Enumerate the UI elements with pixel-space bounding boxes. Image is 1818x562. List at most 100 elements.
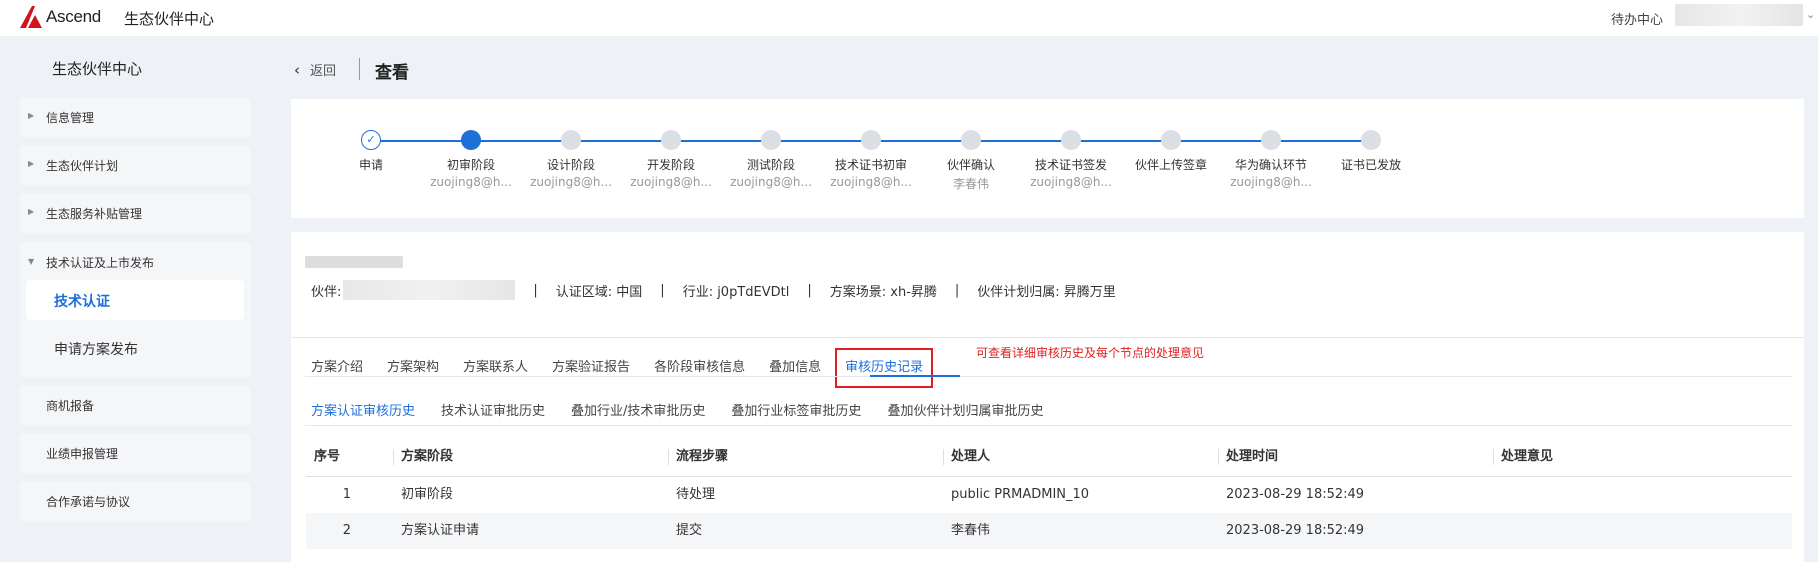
caret-right-icon: ▶ — [28, 207, 35, 216]
sidebar-item-info-management[interactable]: ▶ 信息管理 — [20, 97, 251, 137]
tab-solution-intro[interactable]: 方案介绍 — [311, 348, 363, 388]
subtab-industry-tag-history[interactable]: 叠加行业标签审批历史 — [731, 398, 861, 428]
table-cell — [1493, 477, 1792, 513]
tab-verification-report[interactable]: 方案验证报告 — [552, 348, 630, 388]
detail-card: 伙伴: | 认证区域: 中国 | 行业: j0pTdEVDtl | 方案场景: … — [291, 232, 1804, 562]
sidebar-item-label: 业绩申报管理 — [46, 447, 119, 461]
subtab-tech-cert-history[interactable]: 技术认证审批历史 — [441, 398, 545, 428]
sidebar-item-label: 信息管理 — [46, 111, 95, 125]
step-name: 技术证书初审 — [834, 158, 907, 172]
sidebar-item-opportunity[interactable]: 商机报备 — [20, 385, 251, 425]
sidebar-title: 生态伙伴中心 — [52, 60, 143, 78]
table-cell: 李春伟 — [951, 523, 991, 538]
subtab-partner-plan-history[interactable]: 叠加伙伴计划归属审批历史 — [887, 398, 1043, 428]
step-dot — [1261, 130, 1281, 150]
stepper-step[interactable]: 初审阶段 zuojing8@h... — [416, 130, 526, 189]
check-icon: ✓ — [361, 130, 381, 150]
logo-text: Ascend — [46, 7, 101, 26]
tab-stage-review-info[interactable]: 各阶段审核信息 — [654, 348, 745, 388]
step-dot — [761, 130, 781, 150]
solution-name-redacted — [305, 256, 403, 268]
step-dot — [661, 130, 681, 150]
tab-overlay-info[interactable]: 叠加信息 — [769, 348, 821, 388]
step-name: 伙伴上传签章 — [1134, 158, 1207, 172]
step-dot — [561, 130, 581, 150]
user-account-redacted[interactable] — [1675, 4, 1803, 26]
partner-name-redacted — [343, 280, 516, 300]
step-dot — [1161, 130, 1181, 150]
stepper-step[interactable]: 技术证书签发 zuojing8@h... — [1016, 130, 1126, 189]
sidebar-item-agreements[interactable]: 合作承诺与协议 — [20, 481, 251, 521]
industry-text: 行业: j0pTdEVDtl — [682, 284, 790, 300]
stepper-step[interactable]: 伙伴确认 李春伟 — [916, 130, 1026, 192]
ascend-logo-icon — [20, 6, 42, 28]
separator: | — [954, 282, 960, 298]
table-cell: public PRMADMIN_10 — [951, 487, 1090, 502]
step-name: 证书已发放 — [1340, 158, 1401, 172]
step-assignee: zuojing8@h... — [730, 175, 812, 189]
todo-center-link[interactable]: 待办中心 — [1611, 9, 1663, 28]
back-label: 返回 — [310, 64, 337, 79]
caret-down-icon[interactable]: ▼ — [28, 257, 34, 266]
stepper-step[interactable]: 证书已发放 — [1316, 130, 1426, 173]
stepper-step[interactable]: 技术证书初审 zuojing8@h... — [816, 130, 926, 189]
plan-text: 伙伴计划归属: 昇腾万里 — [977, 284, 1116, 300]
table-cell: 提交 — [676, 523, 703, 538]
step-name: 设计阶段 — [546, 158, 595, 172]
separator: | — [660, 282, 665, 298]
table-cell: 2023-08-29 18:52:49 — [1226, 523, 1365, 538]
step-assignee: zuojing8@h... — [530, 175, 612, 189]
table-cell: 1 — [342, 487, 351, 502]
table-cell: 方案认证申请 — [401, 523, 480, 538]
tab-review-history[interactable]: 审核历史记录 — [835, 348, 934, 388]
stepper-step[interactable]: ✓ 申请 — [316, 130, 426, 173]
stepper-step[interactable]: 测试阶段 zuojing8@h... — [716, 130, 826, 189]
stepper-step[interactable]: 设计阶段 zuojing8@h... — [516, 130, 626, 189]
table-cell: 待处理 — [676, 487, 716, 502]
step-assignee: zuojing8@h... — [430, 175, 512, 189]
step-dot — [961, 130, 981, 150]
step-name: 开发阶段 — [646, 158, 695, 172]
table-cell — [1493, 513, 1792, 549]
sidebar-item-label: 商机报备 — [46, 399, 95, 413]
separator: | — [807, 282, 812, 298]
sidebar-subitem-solution-release[interactable]: 申请方案发布 — [54, 339, 138, 359]
review-history-table: 序号 方案阶段 流程步骤 处理人 处理时间 处理意见 1 初审阶段 待处理 pu… — [306, 437, 1792, 549]
ascend-logo[interactable]: Ascend — [18, 4, 101, 30]
step-name: 技术证书签发 — [1034, 158, 1107, 172]
subtab-industry-tech-history[interactable]: 叠加行业/技术审批历史 — [571, 398, 705, 428]
solution-info-row: 伙伴: | 认证区域: 中国 | 行业: j0pTdEVDtl | 方案场景: … — [311, 280, 1116, 300]
step-assignee: zuojing8@h... — [1230, 175, 1312, 189]
sidebar-item-partner-plan[interactable]: ▶ 生态伙伴计划 — [20, 145, 251, 185]
tab-solution-contacts[interactable]: 方案联系人 — [463, 348, 528, 388]
step-assignee: zuojing8@h... — [630, 175, 712, 189]
scene-text: 方案场景: xh-昇腾 — [829, 284, 937, 300]
subtab-solution-cert-history[interactable]: 方案认证审核历史 — [311, 398, 415, 428]
sidebar-item-label[interactable]: 技术认证及上市发布 — [46, 254, 154, 271]
sidebar-item-performance[interactable]: 业绩申报管理 — [20, 433, 251, 473]
chevron-down-icon[interactable]: ⌄ — [1806, 8, 1815, 21]
chevron-left-icon: ‹ — [294, 60, 300, 79]
table-cell: 2023-08-29 18:52:49 — [1226, 487, 1365, 502]
table-row: 1 初审阶段 待处理 public PRMADMIN_10 2023-08-29… — [306, 477, 1792, 513]
region-text: 认证区域: 中国 — [555, 284, 643, 300]
stepper-step[interactable]: 开发阶段 zuojing8@h... — [616, 130, 726, 189]
step-name: 初审阶段 — [446, 158, 495, 172]
stepper-step[interactable]: 伙伴上传签章 — [1116, 130, 1226, 173]
partner-label: 伙伴: — [311, 284, 342, 300]
stepper-step[interactable]: 华为确认环节 zuojing8@h... — [1216, 130, 1326, 189]
tab-solution-architecture[interactable]: 方案架构 — [387, 348, 439, 388]
back-button[interactable]: ‹ 返回 — [294, 60, 337, 80]
step-assignee: zuojing8@h... — [1030, 175, 1112, 189]
sidebar-item-label: 合作承诺与协议 — [46, 495, 131, 509]
table-header: 序号 方案阶段 流程步骤 处理人 处理时间 处理意见 — [306, 437, 1792, 477]
main-tabs: 方案介绍 方案架构 方案联系人 方案验证报告 各阶段审核信息 叠加信息 审核历史… — [311, 348, 957, 388]
app-title: 生态伙伴中心 — [124, 10, 215, 28]
table-cell: 2 — [342, 523, 351, 538]
sidebar-item-service-subsidy[interactable]: ▶ 生态服务补贴管理 — [20, 193, 251, 233]
sidebar-item-label: 生态服务补贴管理 — [46, 207, 143, 221]
tabs-underline — [305, 376, 1792, 377]
step-assignee: zuojing8@h... — [830, 175, 912, 189]
sidebar-subitem-tech-cert[interactable]: 技术认证 — [26, 280, 244, 320]
step-dot — [461, 130, 481, 150]
